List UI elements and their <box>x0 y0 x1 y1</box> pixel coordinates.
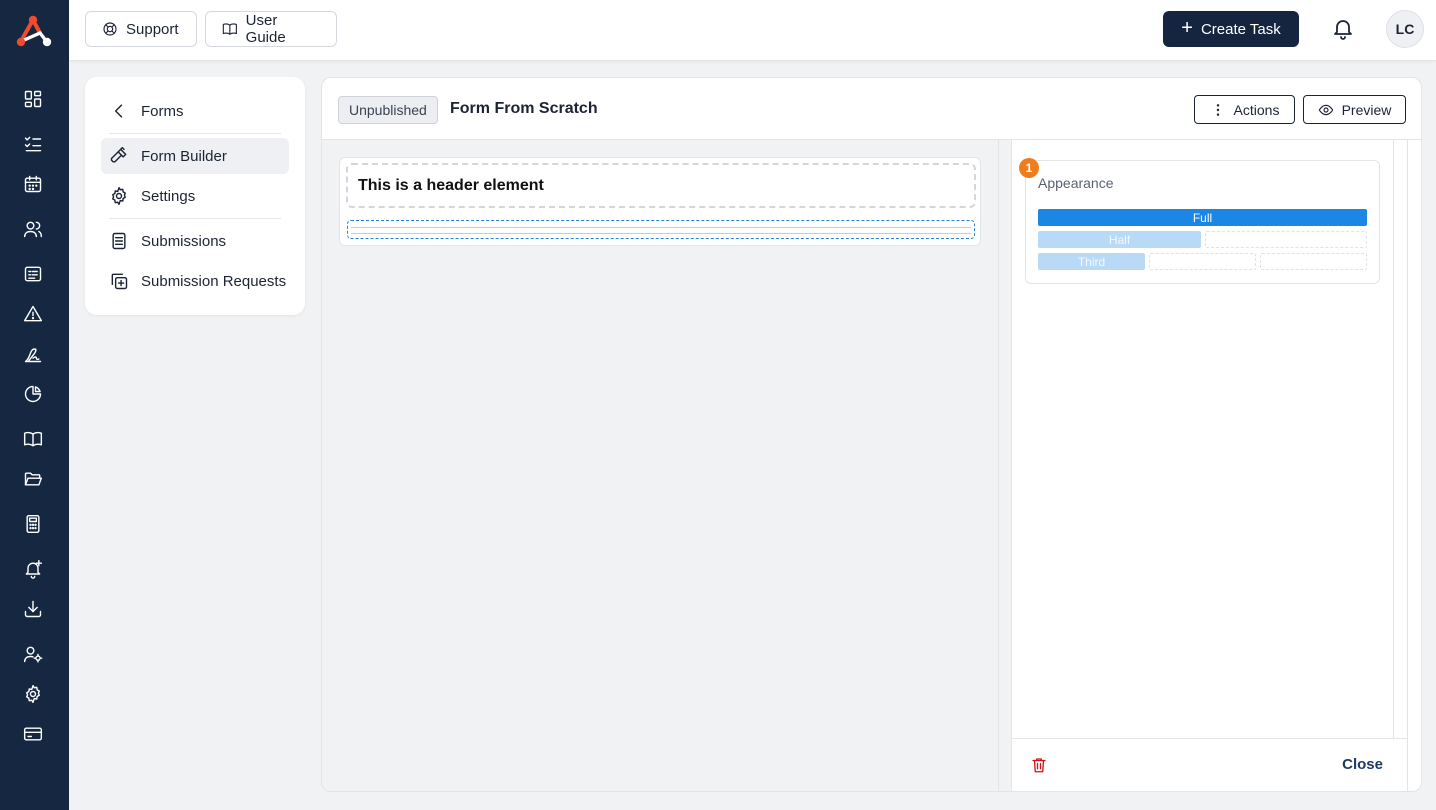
form-title: Form From Scratch <box>450 100 598 117</box>
lifebuoy-icon <box>103 22 117 36</box>
support-button[interactable]: Support <box>85 11 197 47</box>
document-icon <box>112 232 126 250</box>
support-label: Support <box>126 20 179 38</box>
nav-item-submission-requests[interactable]: Submission Requests <box>101 263 289 299</box>
folder-open-icon[interactable] <box>22 468 44 490</box>
delete-trash-icon[interactable] <box>1030 756 1050 776</box>
gear-icon <box>112 186 126 206</box>
step-number-badge: 1 <box>1019 158 1039 178</box>
preview-button[interactable]: Preview <box>1303 95 1406 124</box>
nav-item-label: Form Builder <box>141 147 227 165</box>
nav-divider <box>109 218 281 219</box>
dashboard-icon[interactable] <box>22 88 44 110</box>
element-properties-panel: 1 Appearance Full Half Third Close <box>1012 140 1408 791</box>
nav-item-label: Submissions <box>141 232 227 250</box>
drop-zone[interactable] <box>347 220 975 239</box>
signature-icon[interactable] <box>22 343 44 365</box>
form-list-icon[interactable] <box>22 263 44 285</box>
copy-plus-icon <box>111 273 128 290</box>
panel-scrollbar[interactable] <box>1393 140 1407 738</box>
actions-button[interactable]: Actions <box>1194 95 1295 124</box>
calendar-icon[interactable] <box>22 173 44 195</box>
nav-item-form-builder[interactable]: Form Builder <box>101 138 289 174</box>
width-option-third[interactable]: Third <box>1038 253 1145 270</box>
form-section-card: This is a header element <box>339 157 981 246</box>
user-settings-icon[interactable] <box>22 643 44 665</box>
hammer-icon <box>110 146 127 163</box>
plus-icon: + <box>1181 17 1193 39</box>
appearance-card: 1 Appearance Full Half Third <box>1019 158 1380 284</box>
notifications-bell-icon[interactable] <box>1331 16 1357 42</box>
app-sidebar <box>0 0 69 810</box>
book-open-icon[interactable] <box>22 428 44 450</box>
actions-label: Actions <box>1233 101 1280 118</box>
form-builder-main: Unpublished Form From Scratch Actions Pr… <box>321 77 1422 792</box>
status-badge: Unpublished <box>338 96 438 124</box>
form-nav-card: Forms Form Builder Settings Submissions … <box>85 77 305 315</box>
preview-label: Preview <box>1341 101 1392 118</box>
user-avatar[interactable]: LC <box>1386 10 1424 48</box>
credit-card-icon[interactable] <box>22 723 44 745</box>
appearance-title: Appearance <box>1038 175 1114 191</box>
chevron-left-icon <box>114 104 123 118</box>
back-to-forms-link[interactable]: Forms <box>101 93 289 129</box>
warning-icon[interactable] <box>22 303 44 325</box>
nav-item-submissions[interactable]: Submissions <box>101 223 289 259</box>
nav-item-label: Settings <box>141 187 196 205</box>
form-canvas: This is a header element <box>322 140 998 791</box>
header-element[interactable]: This is a header element <box>346 163 976 208</box>
checklist-icon[interactable] <box>22 133 44 155</box>
bell-plus-icon[interactable] <box>22 558 44 580</box>
pie-chart-icon[interactable] <box>22 383 44 405</box>
user-guide-label: User Guide <box>245 12 286 46</box>
nav-item-label: Submission Requests <box>141 272 287 290</box>
create-task-label: Create Task <box>1200 20 1281 38</box>
eye-icon <box>1318 104 1333 115</box>
form-header: Unpublished Form From Scratch Actions Pr… <box>322 78 1421 140</box>
download-icon[interactable] <box>22 598 44 620</box>
calculator-icon[interactable] <box>22 513 44 535</box>
user-guide-button[interactable]: User Guide <box>205 11 337 47</box>
nav-divider <box>109 133 281 134</box>
users-icon[interactable] <box>22 218 44 240</box>
width-placeholder <box>1205 231 1367 248</box>
width-option-full[interactable]: Full <box>1038 209 1367 226</box>
more-vertical-icon <box>1216 103 1219 116</box>
panel-footer: Close <box>1012 738 1407 791</box>
close-button[interactable]: Close <box>1342 756 1383 773</box>
main-right-gutter <box>1408 140 1421 791</box>
book-open-icon <box>222 23 237 35</box>
resize-divider[interactable] <box>998 140 1012 791</box>
width-placeholder <box>1260 253 1367 270</box>
width-option-half[interactable]: Half <box>1038 231 1201 248</box>
back-to-forms-label: Forms <box>141 102 184 120</box>
gear-icon[interactable] <box>22 683 44 705</box>
create-task-button[interactable]: + Create Task <box>1163 11 1299 47</box>
brand-logo-icon[interactable] <box>14 14 52 48</box>
width-placeholder <box>1149 253 1256 270</box>
top-bar: Support User Guide + Create Task LC <box>69 0 1436 61</box>
nav-item-settings[interactable]: Settings <box>101 178 289 214</box>
